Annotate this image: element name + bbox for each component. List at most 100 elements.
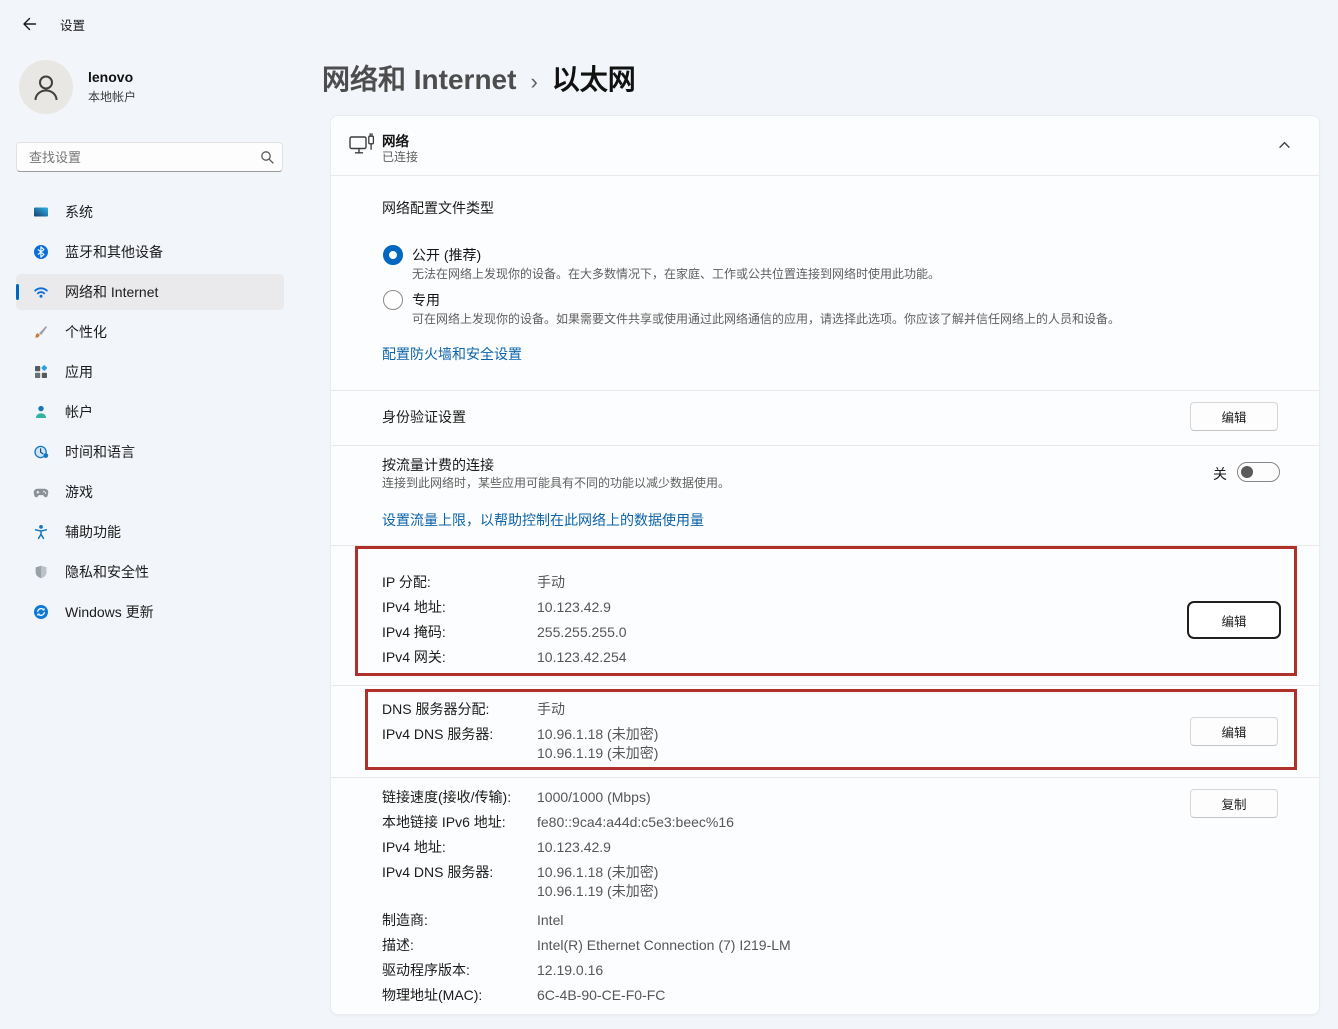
dns-edit-button[interactable]: 编辑: [1190, 717, 1278, 746]
divider: [331, 545, 1319, 546]
row-value: 1000/1000 (Mbps): [537, 785, 651, 810]
row-label: IPv4 DNS 服务器:: [382, 722, 537, 763]
sidebar-item-label: 系统: [65, 202, 93, 222]
settings-window: 设置 lenovo 本地帐户 系统: [0, 0, 1338, 1029]
row-value: Intel(R) Ethernet Connection (7) I219-LM: [537, 933, 791, 958]
row-value: 10.123.42.9: [537, 595, 611, 620]
privacy-shield-icon: [33, 564, 49, 580]
table-row: IPv4 地址: 10.123.42.9: [382, 595, 627, 620]
divider: [331, 390, 1319, 391]
row-value: 10.123.42.9: [537, 835, 611, 860]
table-row: IPv4 网关: 10.123.42.254: [382, 645, 627, 670]
dns-server-2: 10.96.1.19 (未加密): [537, 882, 658, 901]
avatar: [19, 60, 73, 114]
auth-edit-button[interactable]: 编辑: [1190, 402, 1278, 431]
divider: [331, 685, 1319, 686]
network-card-status: 已连接: [382, 148, 418, 165]
time-language-icon: [33, 444, 49, 460]
row-label: 链接速度(接收/传输):: [382, 785, 537, 810]
row-label: IPv4 网关:: [382, 645, 537, 670]
accessibility-icon: [33, 524, 49, 540]
table-row: IPv4 DNS 服务器: 10.96.1.18 (未加密) 10.96.1.1…: [382, 722, 658, 763]
sidebar-item-label: 时间和语言: [65, 442, 135, 462]
row-value: 6C-4B-90-CE-F0-FC: [537, 983, 665, 1008]
ethernet-icon: [348, 132, 376, 156]
back-button[interactable]: [16, 12, 42, 36]
sidebar-item-label: 帐户: [65, 402, 93, 422]
windows-update-icon: [33, 604, 49, 620]
app-title: 设置: [60, 15, 85, 34]
copy-button[interactable]: 复制: [1190, 789, 1278, 818]
sidebar-item-accessibility[interactable]: 辅助功能: [16, 514, 284, 550]
search-icon: [260, 150, 274, 164]
row-value: fe80::9ca4:a44d:c5e3:beec%16: [537, 810, 734, 835]
ip-assignment-section: IP 分配: 手动 IPv4 地址: 10.123.42.9 IPv4 掩码: …: [382, 570, 627, 670]
row-value: 255.255.255.0: [537, 620, 627, 645]
sidebar-item-time-language[interactable]: 时间和语言: [16, 434, 284, 470]
metered-toggle[interactable]: [1237, 462, 1280, 482]
personalization-icon: [33, 324, 49, 340]
sidebar-item-bluetooth[interactable]: 蓝牙和其他设备: [16, 234, 284, 270]
top-bar: 设置: [16, 12, 85, 36]
sidebar-item-accounts[interactable]: 帐户: [16, 394, 284, 430]
sidebar-item-label: 应用: [65, 362, 93, 382]
row-value: 手动: [537, 570, 565, 595]
user-profile[interactable]: lenovo 本地帐户: [19, 60, 136, 114]
page-title: 以太网: [552, 58, 636, 98]
row-label: 制造商:: [382, 908, 537, 933]
network-expander-header[interactable]: 网络 已连接: [330, 115, 1320, 175]
network-icon: [33, 284, 49, 300]
accounts-icon: [33, 404, 49, 420]
data-limit-link[interactable]: 设置流量上限，以帮助控制在此网络上的数据使用量: [382, 510, 704, 530]
user-name: lenovo: [88, 69, 136, 85]
sidebar-item-apps[interactable]: 应用: [16, 354, 284, 390]
sidebar-item-label: 隐私和安全性: [65, 562, 149, 582]
dns-server-1: 10.96.1.18 (未加密): [537, 725, 658, 744]
table-row: 描述: Intel(R) Ethernet Connection (7) I21…: [382, 933, 791, 958]
sidebar-item-personalization[interactable]: 个性化: [16, 314, 284, 350]
sidebar-item-label: 网络和 Internet: [65, 282, 158, 302]
table-row: IPv4 DNS 服务器: 10.96.1.18 (未加密) 10.96.1.1…: [382, 860, 791, 901]
network-card-title: 网络: [382, 130, 409, 150]
row-label: IPv4 DNS 服务器:: [382, 860, 537, 901]
row-label: 本地链接 IPv6 地址:: [382, 810, 537, 835]
sidebar-item-network-internet[interactable]: 网络和 Internet: [16, 274, 284, 310]
table-row: 制造商: Intel: [382, 908, 791, 933]
table-row: 物理地址(MAC): 6C-4B-90-CE-F0-FC: [382, 983, 791, 1008]
breadcrumb-parent[interactable]: 网络和 Internet: [322, 58, 516, 98]
chevron-up-icon[interactable]: [1277, 138, 1292, 152]
row-value: Intel: [537, 908, 563, 933]
row-value: 10.123.42.254: [537, 645, 627, 670]
row-label: DNS 服务器分配:: [382, 697, 537, 722]
sidebar-item-system[interactable]: 系统: [16, 194, 284, 230]
radio-private-label: 专用: [412, 290, 440, 310]
table-row: IPv4 掩码: 255.255.255.0: [382, 620, 627, 645]
search-input[interactable]: [16, 142, 283, 172]
metered-title: 按流量计费的连接: [382, 455, 494, 475]
radio-public[interactable]: [383, 245, 403, 265]
sidebar-item-gaming[interactable]: 游戏: [16, 474, 284, 510]
table-row: IPv4 地址: 10.123.42.9: [382, 835, 791, 860]
row-value: 10.96.1.18 (未加密) 10.96.1.19 (未加密): [537, 860, 658, 901]
row-label: 驱动程序版本:: [382, 958, 537, 983]
radio-private[interactable]: [383, 290, 403, 310]
sidebar-nav: 系统 蓝牙和其他设备 网络和 Internet 个性化: [16, 194, 284, 634]
firewall-settings-link[interactable]: 配置防火墙和安全设置: [382, 344, 522, 364]
row-label: IP 分配:: [382, 570, 537, 595]
table-row: IP 分配: 手动: [382, 570, 627, 595]
sidebar-item-privacy-security[interactable]: 隐私和安全性: [16, 554, 284, 590]
table-row: 本地链接 IPv6 地址: fe80::9ca4:a44d:c5e3:beec%…: [382, 810, 791, 835]
sidebar-item-windows-update[interactable]: Windows 更新: [16, 594, 284, 630]
sidebar-item-label: Windows 更新: [65, 602, 154, 622]
toggle-state-label: 关: [1213, 464, 1227, 484]
divider: [331, 445, 1319, 446]
row-label: 描述:: [382, 933, 537, 958]
sidebar-item-label: 个性化: [65, 322, 107, 342]
system-icon: [33, 204, 49, 220]
breadcrumb-separator: ›: [530, 69, 537, 95]
toggle-knob: [1241, 466, 1253, 478]
ip-edit-button[interactable]: 编辑: [1187, 601, 1281, 639]
divider: [331, 777, 1319, 778]
divider: [331, 175, 1319, 176]
person-icon: [29, 70, 63, 104]
